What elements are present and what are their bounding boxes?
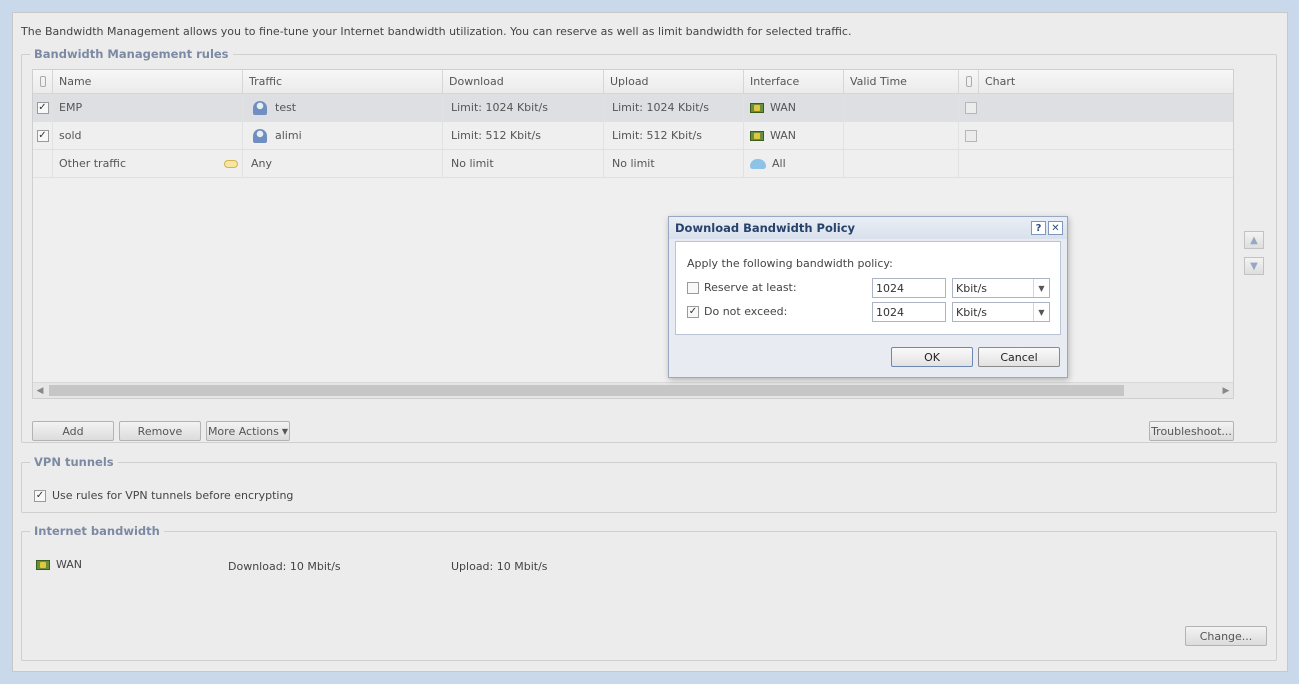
rule-name: EMP [53, 94, 243, 121]
troubleshoot-button[interactable]: Troubleshoot... [1149, 421, 1234, 441]
scroll-left-icon[interactable]: ◀ [33, 383, 47, 399]
vpn-legend: VPN tunnels [34, 455, 114, 469]
close-icon[interactable]: ✕ [1048, 221, 1063, 235]
policy-prompt: Apply the following bandwidth policy: [687, 257, 893, 270]
scroll-thumb[interactable] [49, 385, 1124, 396]
rule-download: Limit: 1024 Kbit/s [443, 94, 604, 121]
rules-legend: Bandwidth Management rules [34, 47, 229, 61]
move-down-icon[interactable]: ▼ [1244, 257, 1264, 275]
column-header-traffic[interactable]: Traffic [243, 70, 443, 93]
rule-name: sold [53, 122, 243, 149]
column-header-download[interactable]: Download [443, 70, 604, 93]
scroll-right-icon[interactable]: ▶ [1219, 383, 1233, 399]
table-row[interactable]: Other traffic Any No limit No limit All [33, 150, 1233, 178]
cloud-icon [750, 158, 766, 169]
internet-download: Download: 10 Mbit/s [228, 560, 341, 573]
exceed-option[interactable]: ✓ Do not exceed: [687, 305, 787, 318]
reserve-option[interactable]: Reserve at least: [687, 281, 797, 294]
add-button[interactable]: Add [32, 421, 114, 441]
rule-interface: All [772, 157, 786, 170]
exceed-unit-value: Kbit/s [956, 305, 988, 319]
rule-upload: No limit [604, 150, 744, 177]
rule-upload: Limit: 1024 Kbit/s [604, 94, 744, 121]
table-row[interactable]: ✓ EMP test Limit: 1024 Kbit/s Limit: 102… [33, 94, 1233, 122]
rule-enabled-checkbox[interactable]: ✓ [36, 129, 49, 142]
reserve-label: Reserve at least: [704, 281, 797, 294]
reserve-unit-select[interactable]: Kbit/s ▼ [952, 278, 1050, 298]
exceed-unit-select[interactable]: Kbit/s ▼ [952, 302, 1050, 322]
internet-upload: Upload: 10 Mbit/s [451, 560, 548, 573]
toggle-column-icon [39, 76, 46, 87]
rule-download: Limit: 512 Kbit/s [443, 122, 604, 149]
reserve-checkbox[interactable] [687, 281, 699, 294]
reserve-unit-value: Kbit/s [956, 281, 988, 295]
chart-toggle-header[interactable] [959, 70, 979, 93]
chevron-down-icon: ▼ [1033, 303, 1049, 321]
column-header-chart[interactable]: Chart [979, 70, 1233, 93]
enable-column-header[interactable] [33, 70, 53, 93]
move-up-icon[interactable]: ▲ [1244, 231, 1264, 249]
grid-header: Name Traffic Download Upload Interface V… [33, 70, 1233, 94]
wan-icon [750, 102, 764, 113]
rules-group: Bandwidth Management rules Name Traffic … [21, 47, 1277, 443]
user-icon [253, 128, 267, 143]
exceed-value-input[interactable]: 1024 [872, 302, 946, 322]
chart-checkbox[interactable] [965, 101, 977, 114]
intro-text: The Bandwidth Management allows you to f… [21, 25, 852, 38]
exceed-checkbox[interactable]: ✓ [687, 305, 699, 318]
rule-traffic: Any [243, 150, 443, 177]
vpn-group: VPN tunnels ✓ Use rules for VPN tunnels … [21, 455, 1277, 513]
more-actions-button[interactable]: More Actions ▼ [206, 421, 290, 441]
exceed-label: Do not exceed: [704, 305, 788, 318]
vpn-option[interactable]: ✓ Use rules for VPN tunnels before encry… [34, 489, 293, 502]
default-rule-icon [224, 159, 238, 168]
rule-interface: WAN [770, 101, 797, 114]
rule-interface: WAN [770, 129, 797, 142]
rule-upload: Limit: 512 Kbit/s [604, 122, 744, 149]
dialog-title: Download Bandwidth Policy [675, 221, 856, 235]
horizontal-scrollbar[interactable]: ◀ ▶ [33, 382, 1233, 398]
dialog-title-bar[interactable]: Download Bandwidth Policy ? ✕ [669, 217, 1067, 239]
rule-traffic: test [275, 101, 297, 114]
internet-interface: WAN [36, 558, 82, 571]
chart-checkbox[interactable] [965, 129, 977, 142]
remove-button[interactable]: Remove [119, 421, 201, 441]
more-actions-label: More Actions [207, 424, 279, 438]
change-button[interactable]: Change... [1185, 626, 1267, 646]
column-header-interface[interactable]: Interface [744, 70, 844, 93]
ok-button[interactable]: OK [891, 347, 973, 367]
column-header-valid-time[interactable]: Valid Time [844, 70, 959, 93]
rule-name: Other traffic [59, 157, 126, 170]
internet-interface-name: WAN [56, 558, 83, 571]
internet-legend: Internet bandwidth [34, 524, 160, 538]
user-icon [253, 100, 267, 115]
rule-valid-time [844, 122, 959, 149]
rule-traffic: alimi [275, 129, 302, 142]
bandwidth-management-page: The Bandwidth Management allows you to f… [12, 12, 1288, 672]
help-icon[interactable]: ? [1031, 221, 1046, 235]
vpn-rules-label: Use rules for VPN tunnels before encrypt… [52, 489, 294, 502]
wan-icon [36, 559, 50, 570]
wan-icon [750, 130, 764, 141]
rule-valid-time [844, 94, 959, 121]
vpn-rules-checkbox[interactable]: ✓ [34, 489, 46, 502]
internet-bandwidth-group: Internet bandwidth WAN Download: 10 Mbit… [21, 524, 1277, 661]
table-row[interactable]: ✓ sold alimi Limit: 512 Kbit/s Limit: 51… [33, 122, 1233, 150]
reserve-value-input[interactable]: 1024 [872, 278, 946, 298]
chart-column-icon [965, 76, 972, 87]
download-bandwidth-policy-dialog: Download Bandwidth Policy ? ✕ Apply the … [668, 216, 1068, 378]
rule-enabled-checkbox[interactable]: ✓ [36, 101, 49, 114]
dialog-body: Apply the following bandwidth policy: Re… [675, 241, 1061, 335]
column-header-name[interactable]: Name [53, 70, 243, 93]
rule-download: No limit [443, 150, 604, 177]
chevron-down-icon: ▼ [1033, 279, 1049, 297]
cancel-button[interactable]: Cancel [978, 347, 1060, 367]
column-header-upload[interactable]: Upload [604, 70, 744, 93]
dropdown-arrow-icon: ▼ [281, 426, 289, 436]
